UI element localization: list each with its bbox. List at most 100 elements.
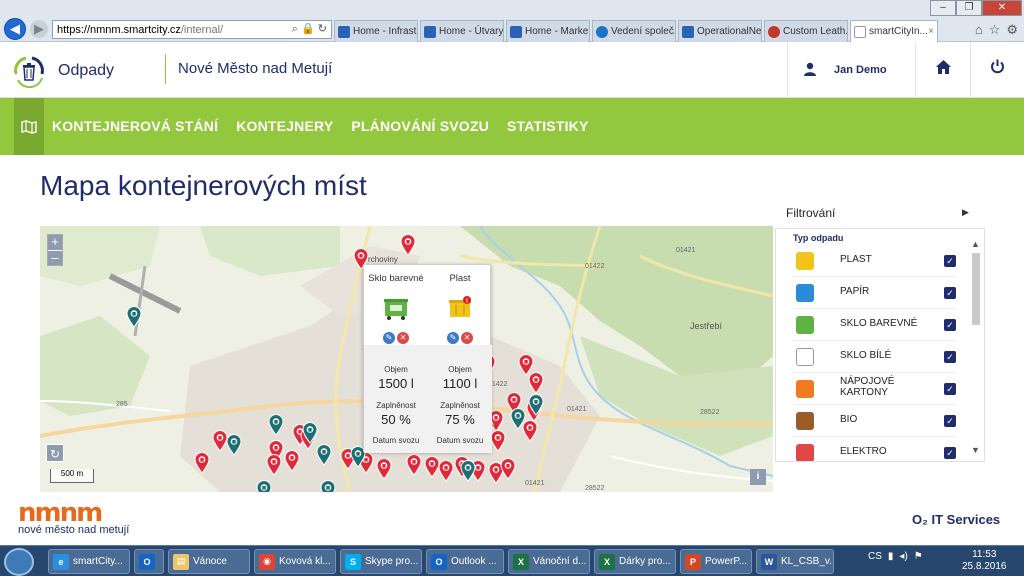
home-icon[interactable]: ⌂	[975, 22, 983, 38]
taskbar-item[interactable]: X Vánoční d...	[508, 549, 590, 574]
filter-checkbox[interactable]: ✓	[944, 287, 956, 299]
tab-close-icon[interactable]: ×	[928, 26, 934, 37]
container-pin-teal[interactable]	[126, 306, 142, 328]
container-pin-red[interactable]	[406, 454, 422, 476]
nav-item-kontejnery[interactable]: KONTEJNERY	[236, 118, 333, 134]
filter-row-sklo-bile[interactable]: SKLO BÍLÉ ✓	[794, 341, 956, 373]
taskbar-item[interactable]: e smartCity...	[48, 549, 130, 574]
browser-tab[interactable]: Home - Útvary...	[420, 20, 504, 42]
filter-checkbox[interactable]: ✓	[944, 447, 956, 459]
network-icon[interactable]: ▮	[888, 551, 894, 562]
page-title: Mapa kontejnerových míst	[40, 170, 367, 201]
container-pin-teal[interactable]	[256, 480, 272, 492]
container-pin-teal[interactable]	[510, 408, 526, 430]
user-icon[interactable]	[803, 62, 817, 79]
volume-icon[interactable]: ◂)	[899, 551, 907, 562]
container-pin-red[interactable]	[438, 460, 454, 482]
filter-checkbox[interactable]: ✓	[944, 319, 956, 331]
scroll-up-icon[interactable]: ▲	[971, 239, 980, 249]
nav-item-planovani-svozu[interactable]: PLÁNOVÁNÍ SVOZU	[351, 118, 489, 134]
search-icon[interactable]: ⌕	[292, 23, 298, 35]
container-pin-teal[interactable]	[460, 460, 476, 482]
container-pin-red[interactable]	[500, 458, 516, 480]
scrollbar-thumb[interactable]	[972, 253, 980, 325]
delete-icon[interactable]: ✕	[461, 332, 473, 344]
nav-item-kontejnerova-stani[interactable]: KONTEJNEROVÁ STÁNÍ	[52, 118, 218, 134]
header-divider	[165, 54, 166, 84]
language-indicator[interactable]: CS	[868, 551, 882, 562]
container-pin-teal[interactable]	[302, 422, 318, 444]
refresh-icon[interactable]: ↻	[318, 23, 327, 35]
taskbar-item[interactable]: P PowerP...	[680, 549, 752, 574]
taskbar-item[interactable]: O Outlook ...	[426, 549, 504, 574]
filter-row-bio[interactable]: BIO ✓	[794, 405, 956, 437]
map-icon[interactable]	[14, 98, 44, 155]
home-icon[interactable]	[936, 60, 951, 78]
filter-row-sklo-barevne[interactable]: SKLO BAREVNÉ ✓	[794, 309, 956, 341]
container-pin-red[interactable]	[284, 450, 300, 472]
taskbar-item-label: Outlook ...	[451, 556, 497, 567]
scroll-down-icon[interactable]: ▼	[971, 445, 980, 455]
back-button[interactable]: ◀	[4, 18, 26, 40]
settings-gear-icon[interactable]: ⚙	[1006, 22, 1018, 38]
browser-tab[interactable]: Home - Infrast...	[334, 20, 418, 42]
container-pin-red[interactable]	[528, 372, 544, 394]
container-pin-red[interactable]	[266, 454, 282, 476]
favorites-star-icon[interactable]: ☆	[989, 22, 1001, 38]
container-pin-teal[interactable]	[316, 444, 332, 466]
forward-button[interactable]: ▶	[30, 20, 48, 38]
address-bar[interactable]: https://nmnm.smartcity.cz/internal/ ⌕ 🔒 …	[52, 20, 332, 39]
browser-tab[interactable]: OperationalNe...	[678, 20, 762, 42]
zoom-in-button[interactable]: +	[48, 235, 62, 250]
edit-icon[interactable]: ✎	[447, 332, 459, 344]
filter-checkbox[interactable]: ✓	[944, 383, 956, 395]
flag-icon[interactable]: ⚑	[914, 551, 923, 562]
user-name[interactable]: Jan Demo	[834, 64, 887, 76]
filter-row-elektro[interactable]: ELEKTRO ✓	[794, 437, 956, 461]
container-pin-teal[interactable]	[268, 414, 284, 436]
delete-icon[interactable]: ✕	[397, 332, 409, 344]
container-pin-teal[interactable]	[320, 480, 336, 492]
power-logout-icon[interactable]	[990, 59, 1005, 79]
nav-item-statistiky[interactable]: STATISTIKY	[507, 118, 589, 134]
taskbar-app-icon: ▤	[173, 553, 189, 570]
close-window-button[interactable]: ✕	[982, 0, 1022, 16]
taskbar-item[interactable]: ▤ Vánoce	[168, 549, 250, 574]
container-map[interactable]: Vrchoviny Jestřebí 01422 01421 01422 285…	[40, 226, 773, 492]
container-pin-red[interactable]	[400, 234, 416, 256]
taskbar-item[interactable]: ◉ Kovová kl...	[254, 549, 336, 574]
map-info-button[interactable]: i	[750, 469, 766, 485]
browser-tab[interactable]: Home - Marke...	[506, 20, 590, 42]
filter-label: PLAST	[840, 254, 872, 265]
maximize-button[interactable]: ❐	[956, 0, 982, 16]
filter-checkbox[interactable]: ✓	[944, 415, 956, 427]
filter-expand-icon[interactable]: ▶	[962, 207, 969, 218]
container-pin-teal[interactable]	[528, 394, 544, 416]
zoom-out-button[interactable]: –	[48, 250, 62, 265]
browser-tab[interactable]: Vedení společ...	[592, 20, 676, 42]
taskbar-item[interactable]: X Dárky pro...	[594, 549, 676, 574]
browser-tab-active[interactable]: smartCityIn... ×	[850, 20, 938, 42]
header-separator	[787, 42, 788, 98]
container-pin-red[interactable]	[376, 458, 392, 480]
start-button[interactable]	[4, 548, 34, 576]
container-pin-teal[interactable]	[226, 434, 242, 456]
filter-row-plast[interactable]: PLAST ✓	[794, 245, 956, 277]
filter-row-papir[interactable]: PAPÍR ✓	[794, 277, 956, 309]
url-domain: https://nmnm.smartcity.cz	[57, 23, 181, 36]
edit-icon[interactable]: ✎	[383, 332, 395, 344]
filter-row-napojove-kartony[interactable]: NÁPOJOVÉ KARTONY ✓	[794, 373, 956, 405]
taskbar-item[interactable]: S Skype pro...	[340, 549, 422, 574]
minimize-button[interactable]: –	[930, 0, 956, 16]
filter-title[interactable]: Filtrování	[786, 206, 835, 220]
container-pin-red[interactable]	[194, 452, 210, 474]
clock[interactable]: 11:53 25.8.2016	[962, 549, 1007, 573]
container-pin-red[interactable]	[490, 430, 506, 452]
browser-tab[interactable]: Custom Leath...	[764, 20, 848, 42]
map-refresh-icon[interactable]: ↻	[46, 444, 64, 462]
filter-checkbox[interactable]: ✓	[944, 351, 956, 363]
taskbar-item[interactable]: O	[134, 549, 164, 574]
filter-checkbox[interactable]: ✓	[944, 255, 956, 267]
taskbar-item[interactable]: W KL_CSB_v...	[756, 549, 834, 574]
filter-scrollbar[interactable]: ▲ ▼	[971, 239, 981, 459]
